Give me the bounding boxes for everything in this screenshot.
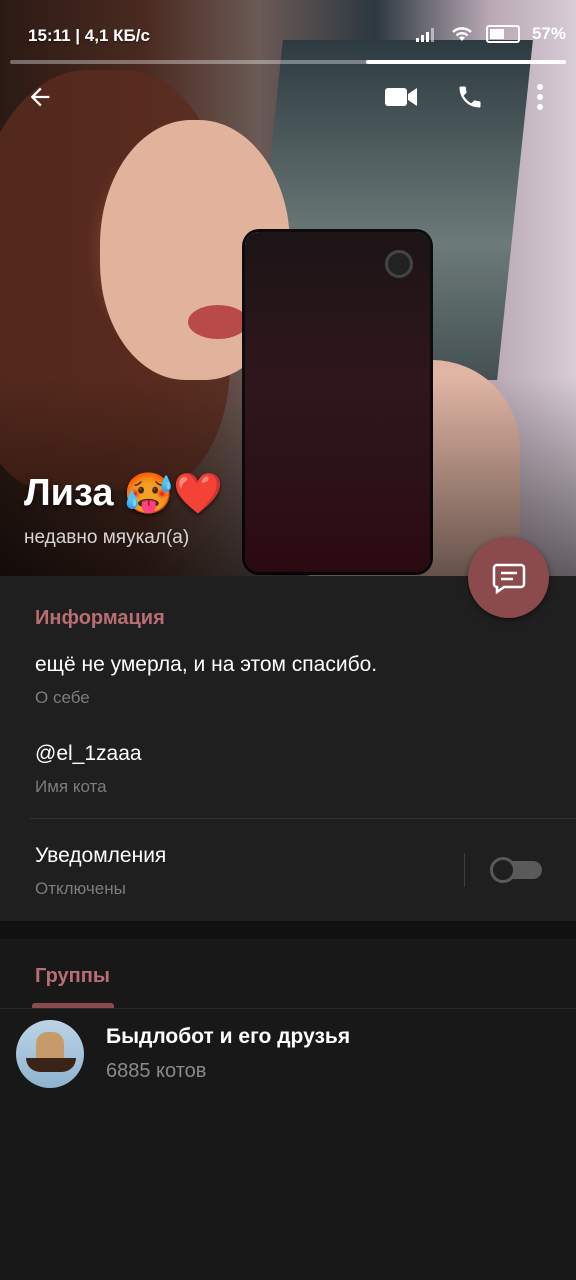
notifications-label[interactable]: Уведомления: [35, 844, 166, 868]
more-vertical-icon: [537, 84, 543, 110]
info-divider: [30, 818, 576, 819]
bio-label: О себе: [35, 688, 90, 707]
battery-icon: [485, 25, 520, 43]
status-divider: |: [75, 26, 85, 45]
last-seen-status: недавно мяукал(а): [24, 527, 190, 548]
photo-phone-camera: [385, 250, 413, 278]
send-message-button[interactable]: [468, 537, 549, 618]
message-icon: [492, 563, 525, 594]
notifications-separator: [464, 853, 465, 887]
signal-icon: [415, 28, 434, 42]
wifi-icon: [452, 27, 472, 41]
bio-text[interactable]: ещё не умерла, и на этом спасибо.: [35, 653, 377, 677]
voice-call-button[interactable]: [445, 72, 495, 122]
toggle-knob: [490, 857, 516, 883]
groups-tab[interactable]: Группы: [35, 965, 110, 988]
tab-divider: [0, 1008, 576, 1009]
top-action-bar: [0, 72, 576, 122]
photo-lips: [188, 305, 248, 339]
status-icons: 57%: [415, 24, 566, 44]
username-text[interactable]: @el_1zaaa: [35, 742, 142, 766]
group-avatar: [16, 1020, 84, 1088]
profile-name-text: Лиза: [24, 472, 114, 514]
username-label: Имя кота: [35, 777, 107, 796]
profile-name-emojis: 🥵❤️: [123, 472, 224, 516]
status-network-speed: 4,1 КБ/с: [84, 26, 150, 45]
story-progress-fill: [365, 60, 566, 64]
back-button[interactable]: [15, 72, 65, 122]
group-member-count: 6885 котов: [106, 1060, 207, 1082]
profile-name: Лиза 🥵❤️: [24, 470, 223, 517]
info-header: Информация: [35, 607, 165, 629]
story-progress-bar: [10, 60, 566, 64]
section-gap: [0, 921, 576, 939]
notifications-status: Отключены: [35, 879, 126, 898]
back-arrow-icon: [30, 87, 50, 107]
video-camera-icon: [385, 88, 417, 106]
avatar-boat: [26, 1058, 76, 1072]
status-time: 15:11: [28, 26, 71, 45]
group-name: Быдлобот и его друзья: [106, 1025, 351, 1048]
groups-section: [0, 939, 576, 1280]
notifications-toggle[interactable]: [490, 857, 542, 883]
status-battery: 57%: [531, 24, 566, 43]
phone-icon: [459, 86, 481, 108]
video-call-button[interactable]: [376, 72, 426, 122]
more-options-button[interactable]: [515, 72, 565, 122]
